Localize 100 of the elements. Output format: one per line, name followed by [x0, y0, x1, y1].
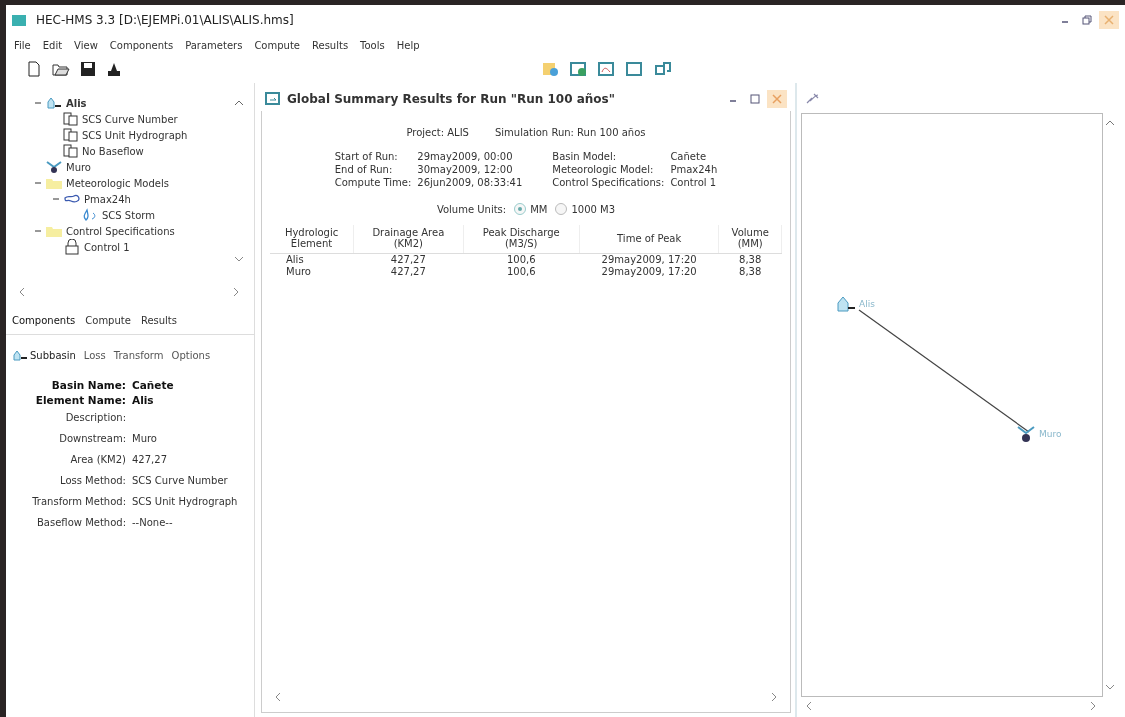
tree-item[interactable]: Muro: [66, 161, 91, 173]
scroll-left-icon[interactable]: [18, 287, 26, 297]
info-value: Control 1: [670, 176, 718, 189]
junction-icon[interactable]: [1015, 424, 1037, 444]
scroll-right-icon[interactable]: [232, 287, 240, 297]
tree-item[interactable]: SCS Curve Number: [82, 113, 178, 125]
zoom-icon[interactable]: [805, 91, 821, 105]
radio-button[interactable]: [555, 203, 568, 215]
info-value: 30may2009, 12:00: [417, 163, 514, 176]
radio-label[interactable]: 1000 M3: [571, 203, 616, 215]
menu-item[interactable]: Edit: [42, 39, 63, 51]
scroll-up-icon[interactable]: [1105, 119, 1115, 127]
property-value: --None--: [132, 517, 174, 528]
timeseries-icon[interactable]: [654, 61, 672, 77]
folder-icon: [45, 176, 63, 190]
simulation-run-label: Simulation Run: Run 100 años: [494, 127, 646, 138]
scroll-down-icon[interactable]: [234, 255, 244, 263]
column-header: Volume (MM): [718, 225, 782, 254]
save-icon[interactable]: [80, 61, 96, 77]
column-header: Time of Peak: [579, 225, 719, 254]
menu-item[interactable]: File: [14, 39, 31, 51]
table-cell-text: Muro: [285, 266, 312, 278]
info-value: 26jun2009, 08:33:41: [417, 176, 523, 189]
tab[interactable]: Results: [140, 315, 177, 326]
property-value: SCS Unit Hydrograph: [132, 496, 239, 507]
close-icon: [772, 94, 782, 104]
tab[interactable]: Loss: [83, 349, 106, 361]
tree-item[interactable]: SCS Unit Hydrograph: [82, 129, 188, 141]
tree-item[interactable]: No Baseflow: [82, 145, 144, 157]
map-node-label: Muro: [1039, 429, 1062, 439]
tree-item[interactable]: Control 1: [84, 241, 130, 253]
property-value: Cañete: [132, 378, 175, 391]
column-header: Drainage Area (KM2): [353, 225, 464, 254]
window-title: HEC-HMS 3.3 [D:\EJEMPi.01\ALIS\ALIS.hms]: [36, 13, 294, 27]
expander-icon[interactable]: [52, 195, 60, 203]
scroll-right-icon[interactable]: [770, 692, 778, 702]
info-label: Compute Time:: [334, 176, 412, 189]
property-value: Alis: [132, 393, 155, 406]
property-value: 427,27: [132, 454, 168, 465]
menu-item[interactable]: Tools: [360, 39, 385, 51]
table-cell-text: 427,27: [389, 266, 427, 278]
project-label: Project: ALIS: [406, 127, 469, 138]
property-label: Baseflow Method:: [36, 517, 126, 528]
expander-icon[interactable]: [34, 99, 42, 107]
scroll-up-icon[interactable]: [234, 99, 244, 107]
junction-icon: [45, 160, 63, 174]
new-file-icon[interactable]: [26, 61, 42, 77]
radio-label[interactable]: MM: [530, 203, 548, 215]
table-cell: 100,6: [463, 253, 580, 266]
info-value: 29may2009, 00:00: [417, 150, 514, 163]
table-cell: 8,38: [718, 253, 782, 266]
radio-button[interactable]: [514, 203, 527, 215]
map-node-label: Alis: [859, 299, 875, 309]
menu-item[interactable]: Compute: [254, 39, 300, 51]
menu-item[interactable]: Parameters: [185, 39, 243, 51]
info-label: Meteorologic Model:: [552, 163, 655, 176]
tab[interactable]: Transform: [113, 349, 164, 361]
table-cell-text: 8,38: [738, 266, 763, 278]
tab[interactable]: Subbasin: [12, 349, 76, 361]
info-label: End of Run:: [334, 163, 394, 176]
scroll-left-icon[interactable]: [805, 701, 813, 711]
graph-icon[interactable]: [598, 61, 616, 77]
menu-item[interactable]: Results: [312, 39, 349, 51]
subbasin-icon: [12, 349, 28, 361]
scroll-down-icon[interactable]: [1105, 683, 1115, 691]
table-icon[interactable]: [626, 61, 644, 77]
results-window-icon: [265, 92, 281, 106]
property-label: Area (KM2): [69, 454, 126, 465]
document-icon: [63, 128, 79, 142]
open-folder-icon[interactable]: [52, 61, 70, 77]
subbasin-icon[interactable]: [835, 294, 857, 314]
scroll-left-icon[interactable]: [274, 692, 282, 702]
maximize-icon: [750, 94, 760, 104]
menu-item[interactable]: View: [74, 39, 98, 51]
tab[interactable]: Options: [171, 349, 211, 361]
menu-item[interactable]: Help: [396, 39, 420, 51]
tree-item[interactable]: Pmax24h: [84, 193, 131, 205]
expander-icon[interactable]: [34, 179, 42, 187]
tree-item[interactable]: Control Specifications: [66, 225, 175, 237]
info-value: Cañete: [670, 150, 708, 163]
compute-icon[interactable]: [570, 61, 588, 77]
restore-icon: [1082, 15, 1092, 25]
table-cell-text: 29may2009, 17:20: [600, 266, 698, 278]
basin-icon[interactable]: [542, 61, 560, 77]
tree-item[interactable]: Meteorologic Models: [66, 177, 169, 189]
info-value: Pmax24h: [670, 163, 718, 176]
results-window-title: Global Summary Results for Run "Run 100 años": [287, 92, 615, 106]
expander-icon[interactable]: [34, 227, 42, 235]
tab[interactable]: Components: [12, 315, 76, 326]
table-cell: 427,27: [353, 253, 464, 266]
document-icon: [63, 112, 79, 126]
table-cell: Alis: [270, 253, 354, 266]
tab[interactable]: Compute: [85, 315, 131, 326]
tree-item[interactable]: SCS Storm: [102, 209, 155, 221]
property-label: Transform Method:: [31, 496, 126, 507]
column-header: Hydrologic Element: [270, 225, 354, 254]
menu-item[interactable]: Components: [109, 39, 174, 51]
property-label: Basin Name:: [50, 378, 126, 391]
tree-item[interactable]: Alis: [66, 97, 87, 109]
scroll-right-icon[interactable]: [1089, 701, 1097, 711]
